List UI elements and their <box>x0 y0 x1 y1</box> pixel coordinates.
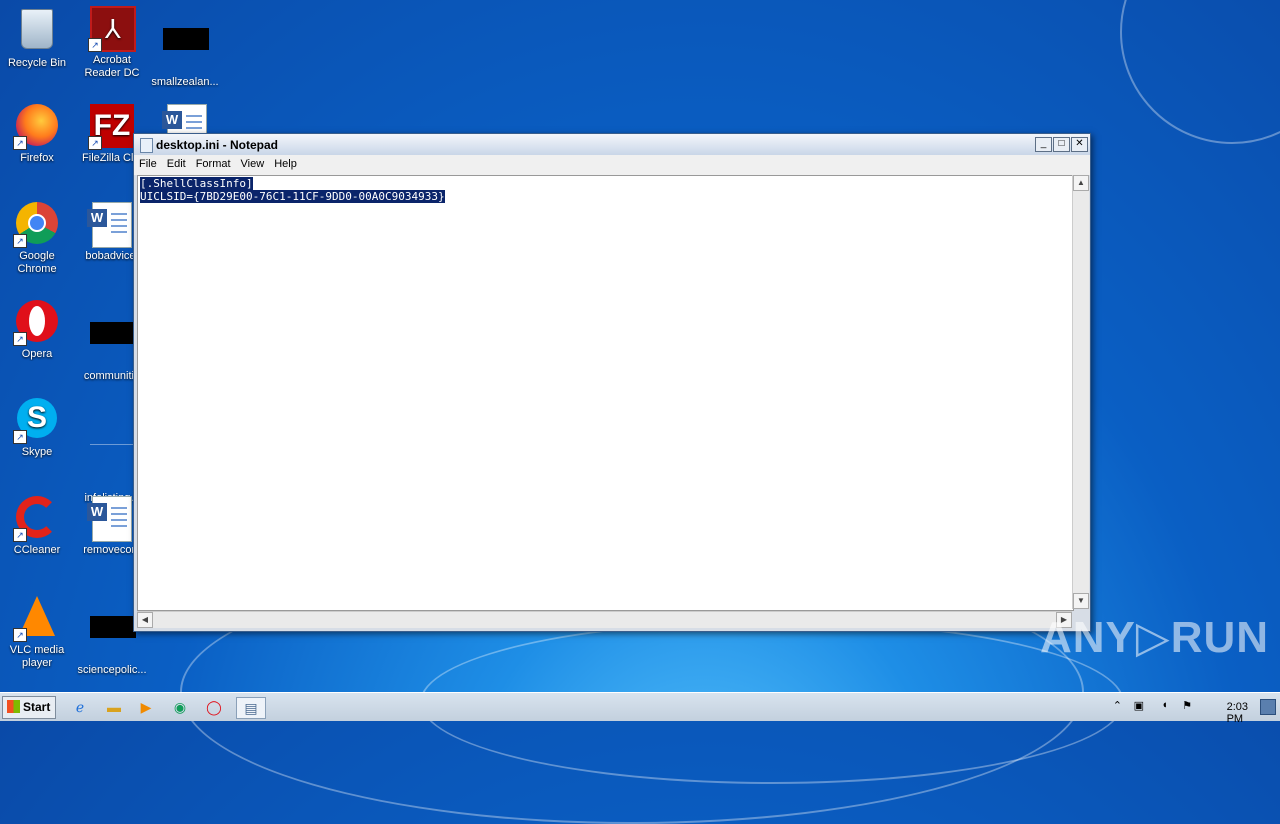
shortcut-arrow-icon: ↗ <box>88 136 102 150</box>
desktop-icon-label: CCleaner <box>13 544 61 556</box>
notepad-icon <box>140 138 153 153</box>
vlc-cone-icon: ↗ <box>13 596 59 642</box>
minimize-button[interactable]: _ <box>1035 137 1052 152</box>
recycle-bin-icon <box>15 9 59 53</box>
shortcut-arrow-icon: ↗ <box>13 234 27 248</box>
window-title: desktop.ini - Notepad <box>156 138 279 152</box>
menu-file[interactable]: File <box>134 155 162 173</box>
desktop-icon-label: Google Chrome <box>17 250 57 275</box>
opera-icon: ↗ <box>13 300 59 346</box>
desktop-icon-label: VLC media player <box>9 644 65 669</box>
shortcut-arrow-icon: ↗ <box>13 332 27 346</box>
show-hidden-icons-icon[interactable]: ⌃ <box>1113 699 1122 712</box>
shortcut-arrow-icon: ↗ <box>13 136 27 150</box>
filezilla-icon: FZ ↗ <box>88 104 134 150</box>
action-center-flag-icon[interactable]: ⚑ <box>1182 699 1192 712</box>
acrobat-icon: ⅄ ↗ <box>88 6 136 52</box>
menu-help[interactable]: Help <box>269 155 302 173</box>
scroll-up-button[interactable]: ▲ <box>1073 175 1089 191</box>
taskbar-opera-icon[interactable]: ◯ <box>202 697 226 717</box>
taskbar: Start ℯ ▬ ▶ ◉ ◯ ▤ ⌃ ▣ ◖ ⚑ 2:03 PM <box>0 692 1280 725</box>
redacted-file-icon <box>90 616 136 660</box>
desktop-icon-google-chrome[interactable]: ↗ Google Chrome <box>0 202 74 276</box>
horizontal-scrollbar[interactable]: ◀ ▶ <box>137 611 1072 628</box>
chrome-icon: ↗ <box>13 202 59 248</box>
editor-line: UICLSID={7BD29E00-76C1-11CF-9DD0-00A0C90… <box>140 190 445 203</box>
taskbar-chrome-icon[interactable]: ◉ <box>168 697 192 717</box>
menu-view[interactable]: View <box>236 155 270 173</box>
shortcut-arrow-icon: ↗ <box>13 430 27 444</box>
desktop-icon-opera[interactable]: ↗ Opera <box>0 300 74 361</box>
desktop-icon-label: Opera <box>21 348 53 360</box>
menu-edit[interactable]: Edit <box>162 155 191 173</box>
shortcut-arrow-icon: ↗ <box>13 628 27 642</box>
desktop-icon-label: Skype <box>21 446 53 458</box>
desktop-icon-firefox[interactable]: ↗ Firefox <box>0 104 74 165</box>
vertical-scrollbar[interactable]: ▲ ▼ <box>1072 175 1089 609</box>
desktop-icon-label: Recycle Bin <box>7 57 67 69</box>
blank-file-icon <box>90 444 136 488</box>
redacted-file-icon <box>90 322 136 366</box>
redacted-file-icon <box>163 28 209 72</box>
network-icon[interactable]: ▣ <box>1134 699 1144 712</box>
maximize-button[interactable]: □ <box>1053 137 1070 152</box>
notepad-window[interactable]: desktop.ini - Notepad _ □ ✕ File Edit Form… <box>133 133 1091 632</box>
text-editor[interactable]: [.ShellClassInfo] UICLSID={7BD29E00-76C1… <box>137 175 1074 611</box>
anyrun-watermark: ANY▷RUN <box>1040 613 1270 662</box>
desktop-icon-label: Acrobat Reader DC <box>84 54 140 79</box>
start-button[interactable]: Start <box>2 696 56 719</box>
editor-line: [.ShellClassInfo] <box>140 177 253 190</box>
window-titlebar[interactable]: desktop.ini - Notepad _ □ ✕ <box>134 134 1090 155</box>
desktop-icon-label: sciencepolic... <box>77 664 147 676</box>
word-document-icon: W <box>87 202 134 248</box>
menu-format[interactable]: Format <box>191 155 236 173</box>
shortcut-arrow-icon: ↗ <box>13 528 27 542</box>
desktop-icon-label: smallzealan... <box>151 76 219 88</box>
start-label: Start <box>23 700 51 714</box>
taskbar-media-player-icon[interactable]: ▶ <box>134 697 158 717</box>
desktop-icon-acrobat[interactable]: ⅄ ↗ Acrobat Reader DC <box>75 6 149 80</box>
scroll-down-button[interactable]: ▼ <box>1073 593 1089 609</box>
shortcut-arrow-icon: ↗ <box>88 38 102 52</box>
wallpaper-swoosh <box>1120 0 1280 144</box>
taskbar-explorer-icon[interactable]: ▬ <box>102 697 126 717</box>
editor-content: [.ShellClassInfo] UICLSID={7BD29E00-76C1… <box>138 176 1073 204</box>
volume-icon[interactable]: ◖ <box>1161 699 1168 711</box>
menu-bar: File Edit Format View Help <box>134 155 1090 175</box>
desktop-icon-smallzealan[interactable]: smallzealan... <box>148 6 222 89</box>
desktop-icon-ccleaner[interactable]: ↗ CCleaner <box>0 496 74 557</box>
scroll-left-button[interactable]: ◀ <box>137 612 153 628</box>
taskbar-notepad-icon[interactable]: ▤ <box>236 697 266 719</box>
desktop-icon-skype[interactable]: S ↗ Skype <box>0 398 74 459</box>
desktop-icon-vlc[interactable]: ↗ VLC media player <box>0 594 74 670</box>
desktop-icon-label: Firefox <box>20 152 54 164</box>
skype-icon: S ↗ <box>13 398 59 444</box>
clock[interactable]: 2:03 PM <box>1227 701 1248 725</box>
word-document-icon: W <box>87 496 134 542</box>
ccleaner-icon: ↗ <box>13 496 59 542</box>
close-button[interactable]: ✕ <box>1071 137 1088 152</box>
desktop-icon-recycle-bin[interactable]: Recycle Bin <box>0 6 74 70</box>
firefox-icon: ↗ <box>13 104 59 150</box>
show-desktop-button[interactable] <box>1260 699 1276 715</box>
windows-flag-icon <box>7 700 20 713</box>
taskbar-ie-icon[interactable]: ℯ <box>68 697 92 717</box>
